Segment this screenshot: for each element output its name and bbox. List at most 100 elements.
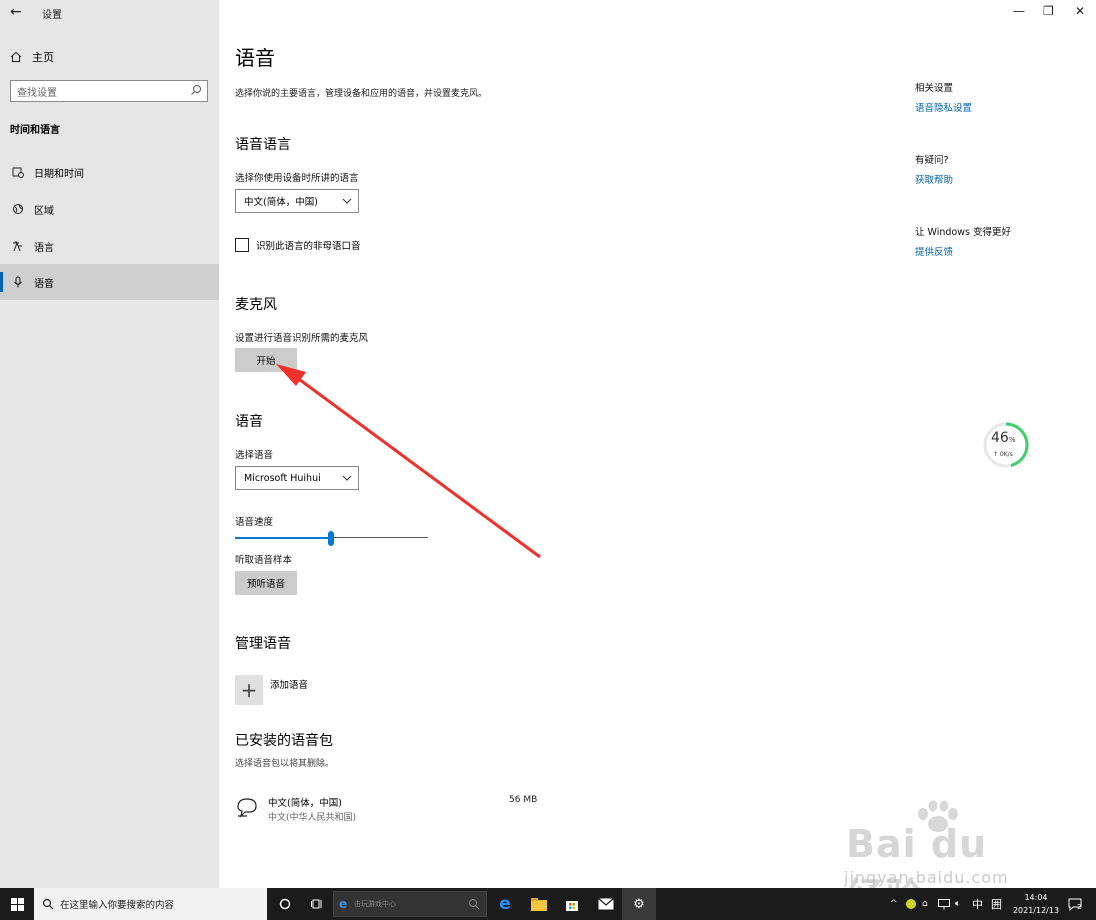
- cortana-icon[interactable]: [268, 888, 302, 920]
- browser-placeholder: 击玩游戏中心: [354, 900, 396, 908]
- improve-heading: 让 Windows 变得更好: [915, 227, 1011, 238]
- chevron-down-icon: [342, 475, 352, 481]
- mail-icon[interactable]: [589, 888, 623, 920]
- tray-usb-icon[interactable]: ⌂: [922, 888, 928, 920]
- watermark-url: jingyan.baidu.com: [844, 868, 1009, 887]
- home-link[interactable]: 主页: [10, 49, 54, 65]
- sidebar-item-label: 语言: [34, 242, 54, 254]
- sidebar: ← 设置 主页 查找设置 时间和语言 日期和时间 区域 语言 语音: [0, 0, 219, 888]
- home-label: 主页: [32, 51, 54, 64]
- back-arrow-icon[interactable]: ←: [10, 4, 22, 20]
- search-icon: [469, 899, 480, 910]
- start-button[interactable]: [0, 888, 34, 920]
- page-description: 选择你说的主要语言，管理设备和应用的语音，并设置麦克风。: [235, 89, 488, 99]
- add-voice-label[interactable]: 添加语音: [270, 677, 308, 691]
- chevron-down-icon: [342, 198, 352, 204]
- minimize-button[interactable]: —: [1013, 4, 1025, 18]
- volume-icon[interactable]: 🔈︎: [955, 888, 960, 920]
- speed-rate: ↑ 0K/s: [993, 451, 1013, 458]
- slider-track: [331, 537, 428, 538]
- speech-language-dropdown[interactable]: 中文(简体，中国): [235, 189, 359, 213]
- voice-sample-label: 听取语音样本: [235, 555, 293, 566]
- windows-logo-icon: [10, 897, 24, 911]
- browser-address-bar[interactable]: e 击玩游戏中心: [333, 891, 487, 917]
- plus-icon: +: [240, 678, 258, 702]
- notification-center-icon[interactable]: 2: [1068, 888, 1082, 920]
- accent-checkbox[interactable]: [235, 238, 249, 252]
- related-settings-heading: 相关设置: [915, 83, 954, 94]
- app-title: 设置: [42, 10, 62, 21]
- ime-mode-icon[interactable]: 囲: [991, 888, 1002, 920]
- sidebar-item-date-time[interactable]: 日期和时间: [0, 154, 219, 190]
- clock-date: 2021/12/13: [1012, 906, 1060, 915]
- taskbar: 在这里输入你要搜索的内容 e 击玩游戏中心 e ⚙ ^ ⌂ 🔈︎ 中 囲 14:…: [0, 888, 1096, 920]
- network-speed-widget[interactable]: 46% ↑ 0K/s: [983, 420, 1029, 470]
- page-title: 语音: [235, 46, 275, 70]
- baidu-watermark: Bai du 经验 jingyan.baidu.com: [838, 800, 1038, 919]
- voice-dropdown[interactable]: Microsoft Huihui: [235, 466, 359, 490]
- slider-track-filled: [235, 537, 331, 539]
- speech-language-heading: 语音语言: [235, 137, 291, 153]
- speech-language-label: 选择你使用设备时所讲的语言: [235, 173, 359, 184]
- speech-pack-size: 56 MB: [509, 795, 538, 805]
- speed-percent: 46%: [991, 430, 1016, 446]
- taskbar-search-input[interactable]: 在这里输入你要搜索的内容: [34, 888, 267, 920]
- sidebar-item-label: 日期和时间: [34, 168, 84, 180]
- globe-icon: [12, 203, 24, 215]
- sidebar-item-label: 区域: [34, 205, 54, 217]
- manage-voices-heading: 管理语音: [235, 636, 291, 652]
- preview-voice-button[interactable]: 预听语音: [235, 571, 297, 595]
- voice-speed-label: 语音速度: [235, 517, 274, 528]
- close-button[interactable]: ✕: [1075, 4, 1085, 18]
- search-placeholder: 查找设置: [17, 87, 57, 99]
- search-icon[interactable]: [190, 84, 202, 96]
- tray-chevron-icon[interactable]: ^: [890, 888, 898, 920]
- language-icon: [12, 240, 24, 252]
- accent-checkbox-row[interactable]: 识别此语言的非母语口音: [235, 238, 361, 252]
- dropdown-value: 中文(简体，中国): [244, 197, 318, 208]
- accent-checkbox-label: 识别此语言的非母语口音: [256, 241, 361, 252]
- restore-button[interactable]: ❐: [1043, 4, 1054, 18]
- ime-indicator[interactable]: 中: [972, 888, 983, 920]
- speech-pack-icon[interactable]: [235, 795, 259, 819]
- clock-time: 14:04: [1024, 893, 1048, 902]
- search-icon: [42, 898, 54, 910]
- settings-gear-icon[interactable]: ⚙: [622, 888, 656, 920]
- slider-thumb[interactable]: [328, 531, 334, 546]
- voice-select-label: 选择语音: [235, 450, 274, 461]
- sidebar-item-language[interactable]: 语言: [0, 228, 219, 264]
- edge-icon[interactable]: e: [488, 888, 522, 920]
- dropdown-value: Microsoft Huihui: [244, 472, 321, 484]
- ie-icon: e: [339, 897, 348, 911]
- installed-packs-heading: 已安装的语音包: [235, 733, 333, 749]
- home-icon: [10, 51, 22, 62]
- add-voice-button[interactable]: +: [235, 675, 263, 705]
- speech-pack-subtitle: 中文(中华人民共和国): [268, 813, 357, 823]
- sidebar-item-region[interactable]: 区域: [0, 191, 219, 227]
- taskbar-search-placeholder: 在这里输入你要搜索的内容: [60, 900, 175, 911]
- section-label: 时间和语言: [10, 125, 60, 136]
- voice-speed-slider[interactable]: [235, 531, 428, 546]
- network-icon[interactable]: [938, 888, 950, 920]
- speech-pack-name[interactable]: 中文(简体，中国): [268, 795, 342, 809]
- sidebar-item-speech[interactable]: 语音: [0, 264, 219, 300]
- microphone-label: 设置进行语音识别所需的麦克风: [235, 333, 369, 344]
- file-explorer-icon[interactable]: [522, 888, 556, 920]
- settings-search-input[interactable]: 查找设置: [10, 80, 208, 102]
- calendar-clock-icon: [12, 166, 24, 178]
- notification-count: 2: [1077, 903, 1082, 911]
- voice-heading: 语音: [235, 414, 263, 430]
- microphone-start-button[interactable]: 开始: [235, 348, 297, 372]
- get-help-link[interactable]: 获取帮助: [915, 172, 953, 186]
- speech-privacy-link[interactable]: 语音隐私设置: [915, 100, 972, 114]
- taskbar-clock[interactable]: 14:04 2021/12/13: [1008, 891, 1064, 917]
- microphone-icon: [12, 276, 24, 288]
- question-heading: 有疑问?: [915, 155, 949, 166]
- store-icon[interactable]: [555, 888, 589, 920]
- tray-app-icon[interactable]: [905, 888, 917, 920]
- installed-packs-description: 选择语音包以将其删除。: [235, 759, 335, 769]
- sidebar-item-label: 语音: [34, 278, 54, 290]
- task-view-icon[interactable]: [300, 888, 334, 920]
- microphone-heading: 麦克风: [235, 297, 277, 313]
- feedback-link[interactable]: 提供反馈: [915, 244, 953, 258]
